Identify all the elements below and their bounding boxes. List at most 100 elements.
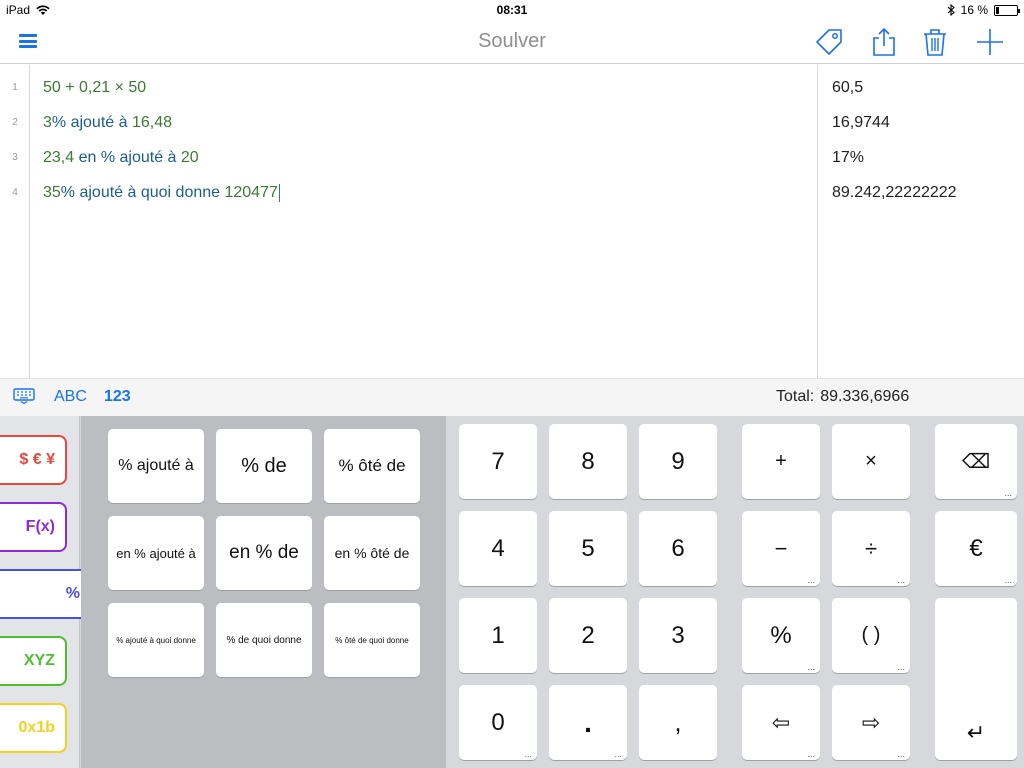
text-cursor xyxy=(278,183,280,202)
expression-token: + xyxy=(60,79,80,96)
key-decimal[interactable]: .... xyxy=(549,685,627,760)
line-number: 1 xyxy=(12,82,18,93)
expression-token: 50 xyxy=(128,79,147,96)
key-cursor-left[interactable]: ⇦... xyxy=(742,685,820,760)
expression-token: % ajouté à xyxy=(51,114,132,131)
expression-token: 16,48 xyxy=(131,114,173,131)
battery-icon xyxy=(994,4,1020,16)
expression-token: 120477 xyxy=(224,184,278,201)
key-percent-added-what-gives[interactable]: % ajouté à quoi donne xyxy=(108,603,204,677)
nav-bar: Soulver xyxy=(0,20,1024,64)
key-cursor-right[interactable]: ⇨... xyxy=(832,685,910,760)
expression-token: en % ajouté à xyxy=(74,149,181,166)
expression-line[interactable]: 35% ajouté à quoi donne 120477 xyxy=(43,175,280,210)
expression-token: 50 xyxy=(43,79,61,96)
trash-icon[interactable] xyxy=(919,26,951,58)
key-return[interactable]: ↵ xyxy=(935,598,1017,760)
result-value: 60,5 xyxy=(832,79,864,96)
category-label: $ € ¥ xyxy=(19,451,55,468)
key-percent-added-to[interactable]: % ajouté à xyxy=(108,429,204,503)
expression-token: × xyxy=(110,79,129,96)
line-number: 3 xyxy=(12,152,18,163)
abc-keyboard-tab[interactable]: ABC xyxy=(54,388,87,406)
category-label: F(x) xyxy=(25,518,55,535)
keyboard-toolbar: ABC 123 Total: 89.336,6966 xyxy=(0,378,1024,416)
key-as-percent-of[interactable]: en % de xyxy=(216,516,312,590)
expression-token: 3 xyxy=(43,114,52,131)
numeric-keyboard-tab[interactable]: 123 xyxy=(104,388,131,406)
result-value: 16,9744 xyxy=(832,114,890,131)
key-multiply[interactable]: × xyxy=(832,424,910,499)
key-8[interactable]: 8 xyxy=(549,424,627,499)
key-label: . xyxy=(584,706,592,738)
expression-area[interactable]: 50 + 0,21 × 50 3% ajouté à 16,48 23,4 en %… xyxy=(30,65,817,378)
key-3[interactable]: 3 xyxy=(639,598,717,673)
key-9[interactable]: 9 xyxy=(639,424,717,499)
key-percent-of[interactable]: % de xyxy=(216,429,312,503)
key-label: − xyxy=(774,535,788,561)
bluetooth-icon xyxy=(947,4,955,16)
results-column: 60,5 16,9744 17% 89.242,22222222 xyxy=(817,65,1024,378)
key-percent[interactable]: %... xyxy=(742,598,820,673)
key-6[interactable]: 6 xyxy=(639,511,717,586)
key-label: ÷ xyxy=(864,535,878,561)
category-bar: $ € ¥ F(x) % XYZ 0x1b xyxy=(0,416,92,768)
key-7[interactable]: 7 xyxy=(459,424,537,499)
total-display: Total: 89.336,6966 xyxy=(776,388,909,406)
key-label: ( ) xyxy=(861,624,881,646)
key-percent-removed-what-gives[interactable]: % ôté de quoi donne xyxy=(324,603,420,677)
add-icon[interactable] xyxy=(974,26,1006,58)
line-number: 2 xyxy=(12,117,18,128)
expression-line[interactable]: 3% ajouté à 16,48 xyxy=(43,105,172,140)
key-5[interactable]: 5 xyxy=(549,511,627,586)
key-plus[interactable]: + xyxy=(742,424,820,499)
total-label: Total: xyxy=(776,388,815,405)
expression-line[interactable]: 23,4 en % ajouté à 20 xyxy=(43,140,199,175)
key-divide[interactable]: ÷... xyxy=(832,511,910,586)
numpad: 7 8 9 4 5 6 1 2 3 0... .... , + × −... ÷… xyxy=(446,416,1024,768)
key-percent-removed-from[interactable]: % ôté de xyxy=(324,429,420,503)
expression-token: 20 xyxy=(180,149,199,166)
percent-panel: % ajouté à % de % ôté de en % ajouté à e… xyxy=(81,416,446,768)
key-label: ⇦ xyxy=(771,709,791,735)
editor: 1 2 3 4 50 + 0,21 × 50 3% ajouté à 16,48 2… xyxy=(0,65,1024,378)
expression-token: 23,4 xyxy=(43,149,75,166)
key-percent-of-what-gives[interactable]: % de quoi donne xyxy=(216,603,312,677)
key-as-percent-added-to[interactable]: en % ajouté à xyxy=(108,516,204,590)
key-comma[interactable]: , xyxy=(639,685,717,760)
result-value: 17% xyxy=(832,149,865,166)
tag-icon[interactable] xyxy=(813,26,845,58)
key-0[interactable]: 0... xyxy=(459,685,537,760)
expression-token: 35 xyxy=(43,184,61,201)
expression-line[interactable]: 50 + 0,21 × 50 xyxy=(43,70,146,105)
status-time: 08:31 xyxy=(496,3,528,17)
key-label: ⌫ xyxy=(961,451,991,473)
result-value: 89.242,22222222 xyxy=(832,184,957,201)
category-currency[interactable]: $ € ¥ xyxy=(0,435,67,485)
key-backspace[interactable]: ⌫... xyxy=(935,424,1017,499)
key-label: % xyxy=(770,621,792,649)
status-bar: iPad 08:31 16 % xyxy=(0,0,1024,20)
key-parentheses[interactable]: ( )... xyxy=(832,598,910,673)
category-variables[interactable]: XYZ xyxy=(0,636,67,686)
key-4[interactable]: 4 xyxy=(459,511,537,586)
expression-token: 0,21 xyxy=(79,79,111,96)
line-gutter: 1 2 3 4 xyxy=(0,65,30,378)
keyboard-icon[interactable] xyxy=(13,388,35,404)
category-functions[interactable]: F(x) xyxy=(0,502,67,552)
category-hex[interactable]: 0x1b xyxy=(0,703,67,753)
battery-percent: 16 % xyxy=(960,3,988,17)
key-euro[interactable]: €... xyxy=(935,511,1017,586)
category-label: XYZ xyxy=(23,652,55,669)
battery-fill xyxy=(996,6,999,14)
custom-keyboard: $ € ¥ F(x) % XYZ 0x1b % ajouté à % de % … xyxy=(0,416,1024,768)
line-number: 4 xyxy=(12,187,18,198)
key-label: € xyxy=(969,534,983,562)
key-label: ⇨ xyxy=(861,709,881,735)
key-1[interactable]: 1 xyxy=(459,598,537,673)
share-icon[interactable] xyxy=(868,26,900,58)
key-2[interactable]: 2 xyxy=(549,598,627,673)
key-as-percent-removed-from[interactable]: en % ôté de xyxy=(324,516,420,590)
category-percent[interactable]: % xyxy=(0,569,92,619)
key-minus[interactable]: −... xyxy=(742,511,820,586)
